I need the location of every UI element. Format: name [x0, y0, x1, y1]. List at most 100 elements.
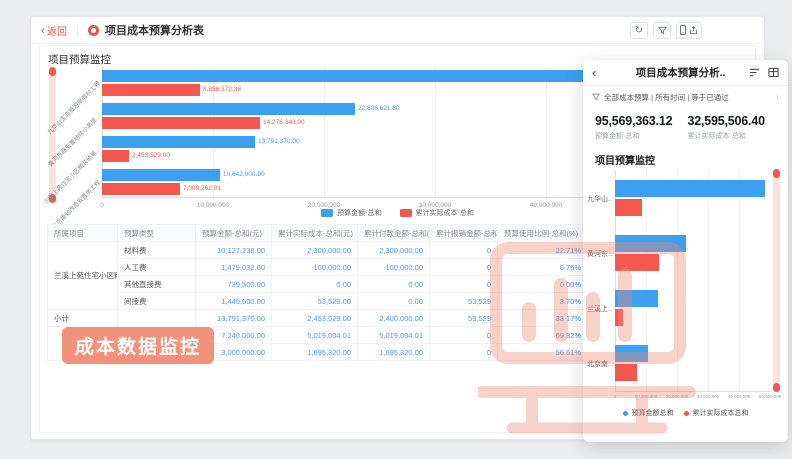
- toolbar-actions: ↻: [630, 22, 702, 39]
- bar-actual: [615, 254, 659, 271]
- refresh-button[interactable]: ↻: [630, 22, 648, 39]
- legend-label: 预算金额总和: [632, 408, 674, 418]
- cell-value: 0.00: [358, 276, 430, 293]
- toolbar-divider: [77, 24, 78, 36]
- bar-actual: [102, 84, 200, 96]
- column-header: 预算使用比例-总和(%): [498, 225, 588, 242]
- bar-value-label: 8,856,372.38: [203, 84, 241, 96]
- cell-value: 0.00%: [498, 276, 588, 293]
- cell-value: 0.00: [358, 293, 430, 310]
- sort-list-icon[interactable]: [749, 67, 760, 78]
- mobile-preview-panel: ‹ 项目成本预算分析.. 全部成本预算 | 所有时间 | 等于已通过 › 95,…: [583, 60, 788, 442]
- cell-project: 小计: [48, 310, 118, 327]
- column-header: 预算类型: [118, 225, 196, 242]
- bar-value-label: 13,791,370.00: [258, 136, 300, 148]
- gridline: [708, 170, 709, 391]
- bar-actual: [102, 150, 129, 162]
- category-label: 兰溪上..: [587, 304, 614, 314]
- bar-actual: [615, 309, 623, 326]
- gridline: [546, 66, 547, 197]
- bar-budget: [102, 103, 355, 115]
- column-header: 预算金额-总和(元): [196, 225, 272, 242]
- panel-filter-bar[interactable]: 全部成本预算 | 所有时间 | 等于已通过 ›: [583, 86, 788, 108]
- cell-value: 53,529.00: [272, 293, 358, 310]
- cell-value: 10,127,238.00: [196, 242, 272, 259]
- cell-value: 5,019,004.01: [358, 327, 430, 344]
- table-view-icon[interactable]: [768, 67, 779, 78]
- panel-chart-category-axis: 九华山..黄河东..兰溪上..北京南..: [587, 170, 614, 392]
- bar-budget: [615, 345, 648, 362]
- panel-chart-legend: 预算金额总和 累计实际成本总和: [583, 408, 788, 418]
- category-label: 黄河东..: [587, 249, 614, 259]
- stat-actual: 32,595,506.40 累计实际成本·总和: [688, 114, 781, 141]
- cell-budget-type: 材料费: [118, 242, 196, 259]
- legend-item-budget: 预算金额-总和: [321, 208, 381, 218]
- filter-icon: [658, 26, 667, 35]
- cell-budget-type: 间接费: [118, 293, 196, 310]
- bar-value-label: 7,009,262.01: [183, 183, 221, 195]
- cell-value: 3.70%: [498, 293, 588, 310]
- cell-value: 1,695,320.00: [272, 344, 358, 361]
- cell-value: 100,000.00: [272, 259, 358, 276]
- export-icon: [689, 26, 698, 35]
- toolbar: ‹ 返回 项目成本预算分析表 ↻: [31, 17, 764, 44]
- bar-budget: [102, 169, 220, 181]
- chevron-right-icon: ›: [776, 92, 779, 103]
- panel-chart-scrollbar[interactable]: [773, 170, 780, 391]
- column-header: 累计付款金额-总和(元): [358, 225, 430, 242]
- panel-section-title: 项目预算监控: [595, 152, 655, 167]
- cell-budget-type: 其他直接费: [118, 276, 196, 293]
- cell-value: 0: [430, 242, 498, 259]
- cell-value: 0.00: [272, 276, 358, 293]
- x-tick-label: 50,000,000: [748, 394, 792, 399]
- bar-budget: [615, 180, 765, 197]
- cell-value: 2,453,529.00: [272, 310, 358, 327]
- panel-back-chevron-icon[interactable]: ‹: [592, 67, 596, 79]
- column-header: 累计实际成本-总和(元): [272, 225, 358, 242]
- bar-value-label: 22,806,621.80: [358, 103, 400, 115]
- stat-label: 累计实际成本·总和: [688, 131, 781, 141]
- chart-category-axis: 九华山生态旅游度假村工程黄河东路安置地块小高层...兰溪上苑住宅小区精装修第..…: [42, 66, 102, 198]
- cell-value: 22.71%: [498, 242, 588, 259]
- cell-budget-type: 人工费: [118, 259, 196, 276]
- back-button[interactable]: ‹ 返回: [41, 23, 67, 38]
- cell-value: 13,791,370.00: [196, 310, 272, 327]
- page: ‹ 返回 项目成本预算分析表 ↻ 项目预算监控 ⚙ 九华: [0, 0, 792, 459]
- refresh-icon: ↻: [635, 25, 643, 36]
- gridline: [435, 66, 436, 197]
- cell-value: 33.17%: [498, 310, 588, 327]
- gridline: [677, 170, 678, 391]
- preview-export-button[interactable]: [676, 22, 702, 39]
- bar-actual: [615, 364, 637, 381]
- bar-value-label: 14,276,343.00: [263, 117, 305, 129]
- gridline: [739, 170, 740, 391]
- cell-value: 56.51%: [498, 344, 588, 361]
- bar-actual: [102, 183, 180, 195]
- legend-item-actual: 累计实际成本-总和: [400, 208, 474, 218]
- filter-button[interactable]: [653, 22, 671, 39]
- cell-value: 6.76%: [498, 259, 588, 276]
- cell-value: 1,445,600.00: [196, 293, 272, 310]
- legend-dot-blue: [623, 411, 628, 416]
- legend-dot-red: [684, 411, 689, 416]
- legend-label: 预算金额-总和: [337, 208, 381, 218]
- window-title: 项目成本预算分析表: [105, 22, 204, 38]
- legend-item-budget: 预算金额总和: [623, 408, 674, 418]
- bar-value-label: 10,642,000.00: [223, 169, 265, 181]
- cell-value: 1,695,320.00: [358, 344, 430, 361]
- back-chevron-icon: ‹: [41, 25, 45, 35]
- cell-value: 69.32%: [498, 327, 588, 344]
- bar-actual: [102, 117, 260, 129]
- category-label: 兰溪上苑住宅小区精装修第...: [43, 146, 103, 206]
- legend-label: 累计实际成本-总和: [416, 208, 474, 218]
- section-title: 项目预算监控: [48, 52, 111, 67]
- bar-budget: [102, 70, 638, 82]
- cell-value: 53,529: [430, 293, 498, 310]
- bar-budget: [615, 290, 658, 307]
- filter-text: 全部成本预算 | 所有时间 | 等于已通过: [604, 92, 729, 103]
- panel-title: 项目成本预算分析..: [623, 65, 738, 80]
- column-header: 累计报销金额-总和(元): [430, 225, 498, 242]
- cell-value: 0: [430, 327, 498, 344]
- cell-value: 100,000.00: [358, 259, 430, 276]
- legend-label: 累计实际成本总和: [693, 408, 749, 418]
